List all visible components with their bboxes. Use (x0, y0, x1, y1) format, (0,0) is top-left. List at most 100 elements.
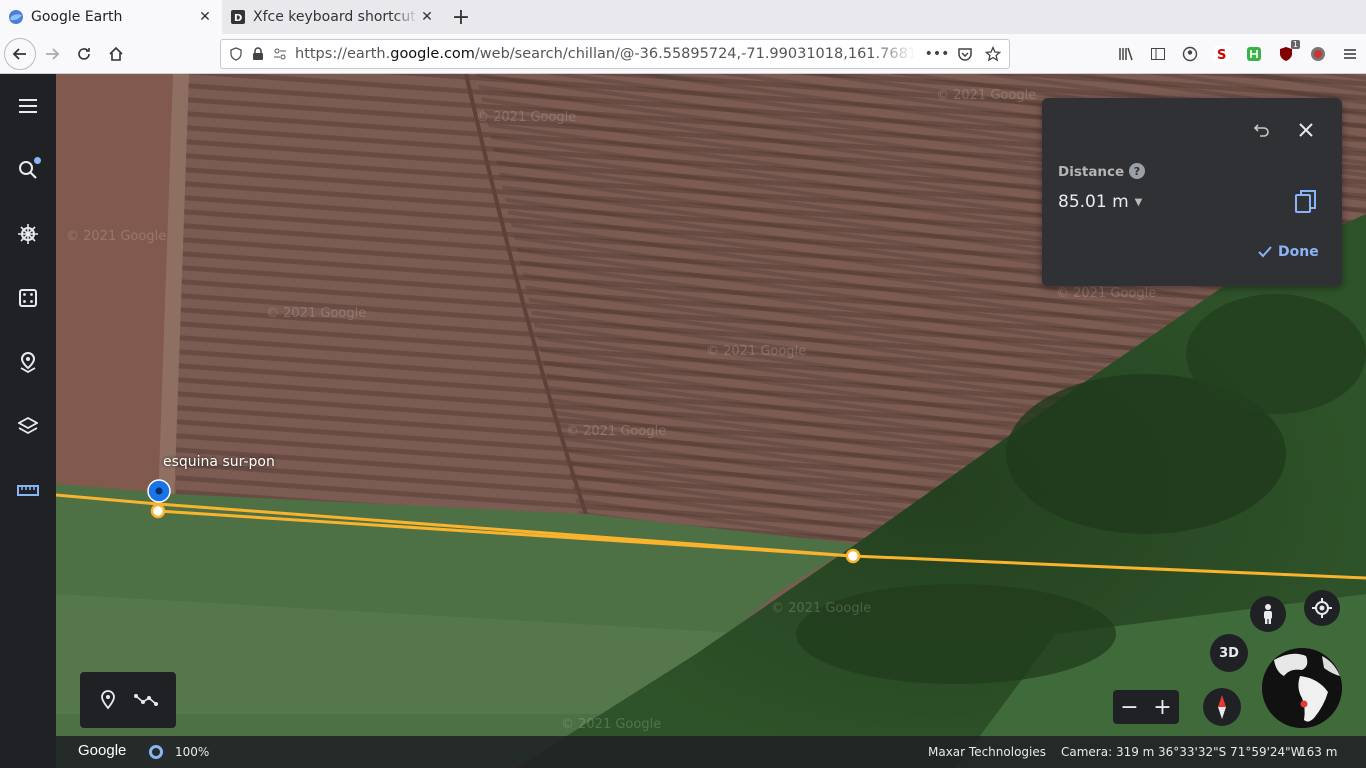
placemark-pin-icon[interactable] (146, 478, 172, 504)
left-navigation-rail (0, 74, 56, 768)
pegman-icon (1264, 604, 1272, 624)
forward-button[interactable] (36, 38, 68, 70)
copyright-watermark: © 2021 Google (66, 229, 167, 244)
add-placemark-icon[interactable] (99, 689, 117, 711)
zoom-out-button[interactable]: − (1120, 695, 1138, 720)
copy-icon[interactable] (1294, 189, 1318, 215)
d-favicon-icon: D (230, 9, 246, 25)
tab-xfce-shortcuts[interactable]: D Xfce keyboard shortcuts ✕ (222, 0, 444, 34)
help-icon[interactable]: ? (1129, 163, 1145, 179)
ruler-icon (17, 485, 39, 496)
loading-ring-icon (149, 745, 163, 759)
feeling-lucky-button[interactable] (10, 280, 46, 316)
reload-icon (78, 47, 90, 60)
copyright-watermark: © 2021 Google (566, 424, 667, 439)
load-percentage: 100% (175, 745, 210, 759)
home-button[interactable] (100, 38, 132, 70)
map-style-button[interactable] (10, 408, 46, 444)
drawing-tools (80, 672, 176, 728)
copyright-watermark: © 2021 Google (476, 110, 577, 125)
home-icon (109, 46, 123, 61)
compass-needle-icon (1218, 695, 1226, 719)
library-icon[interactable] (1110, 38, 1142, 70)
copyright-watermark: © 2021 Google (936, 88, 1037, 103)
google-logo: Google (78, 742, 127, 759)
permissions-icon[interactable] (269, 43, 291, 65)
new-tab-button[interactable]: + (444, 0, 478, 34)
toggle-3d-button[interactable]: 3D (1210, 634, 1248, 672)
account-icon[interactable] (1174, 38, 1206, 70)
voyager-button[interactable] (10, 216, 46, 252)
url-text[interactable]: https://earth.google.com/web/search/chil… (295, 46, 915, 62)
projects-button[interactable] (10, 344, 46, 380)
placemark-stack-icon (20, 351, 36, 373)
undo-icon (1253, 124, 1269, 137)
browser-tab-strip: Google Earth ✕ D Xfce keyboard shortcuts… (0, 0, 1366, 34)
tab-title: Xfce keyboard shortcuts (253, 9, 418, 25)
google-earth-app: © 2021 Google © 2021 Google © 2021 Googl… (0, 74, 1366, 768)
lock-icon[interactable] (247, 43, 269, 65)
globe-minimap[interactable] (1262, 648, 1342, 728)
scale-indicator[interactable]: 163 m (1299, 745, 1337, 759)
pocket-icon[interactable] (953, 43, 977, 65)
distance-unit-dropdown[interactable]: 85.01 m ▼ (1058, 192, 1142, 212)
my-location-button[interactable] (1304, 590, 1340, 626)
copyright-watermark: © 2021 Google (561, 717, 662, 732)
zoom-in-button[interactable]: + (1153, 695, 1171, 720)
zoom-controls: − + (1113, 690, 1179, 724)
status-bar: Google 100% Maxar Technologies Camera: 3… (56, 736, 1366, 768)
reload-button[interactable] (68, 38, 100, 70)
done-button[interactable]: Done (1258, 244, 1319, 260)
extension-s-icon[interactable]: S (1206, 38, 1238, 70)
back-button[interactable] (4, 37, 36, 70)
browser-toolbar: https://earth.google.com/web/search/chil… (0, 34, 1366, 74)
close-tab-icon[interactable]: ✕ (196, 8, 214, 26)
measure-button[interactable] (10, 472, 46, 508)
extension-green-icon[interactable] (1238, 38, 1270, 70)
camera-altitude: Camera: 319 m (1061, 745, 1155, 759)
ublock-icon[interactable]: 1 (1270, 38, 1302, 70)
measure-point-handle[interactable] (845, 548, 861, 564)
menu-hamburger-icon[interactable] (1334, 38, 1366, 70)
extension-globe-icon[interactable] (1302, 38, 1334, 70)
dice-icon (19, 289, 37, 307)
tab-title: Google Earth (31, 9, 123, 25)
compass-button[interactable] (1203, 688, 1241, 726)
extension-badge: 1 (1290, 40, 1300, 49)
draw-path-icon[interactable] (133, 692, 158, 708)
imagery-provider[interactable]: Maxar Technologies (928, 745, 1046, 759)
cursor-coordinates: 36°33'32"S 71°59'24"W (1158, 745, 1303, 759)
distance-value: 85.01 m (1058, 192, 1129, 212)
measure-point-handle[interactable] (150, 503, 166, 519)
google-earth-favicon-icon (8, 9, 24, 25)
search-button[interactable] (10, 152, 46, 188)
sidebar-icon[interactable] (1142, 38, 1174, 70)
checkmark-icon (1258, 246, 1272, 258)
street-view-pegman-button[interactable] (1250, 596, 1286, 632)
svg-text:S: S (1217, 48, 1226, 62)
tab-google-earth[interactable]: Google Earth ✕ (0, 0, 222, 34)
placemark-label[interactable]: esquina sur-pon (163, 454, 275, 470)
close-icon (1299, 123, 1313, 137)
copyright-watermark: © 2021 Google (266, 306, 367, 321)
page-actions-icon[interactable]: ••• (925, 43, 950, 65)
shield-icon[interactable] (225, 43, 247, 65)
chevron-down-icon: ▼ (1134, 196, 1143, 208)
address-bar[interactable]: https://earth.google.com/web/search/chil… (220, 39, 1010, 69)
ship-wheel-icon (18, 224, 38, 244)
my-location-icon (1312, 598, 1332, 618)
copyright-watermark: © 2021 Google (706, 344, 807, 359)
distance-label: Distance (1058, 164, 1125, 180)
main-menu-button[interactable] (10, 88, 46, 124)
arrow-right-icon (46, 47, 60, 60)
copyright-watermark: © 2021 Google (1056, 286, 1157, 301)
copyright-watermark: © 2021 Google (771, 601, 872, 616)
notification-dot (34, 157, 41, 164)
undo-button[interactable] (1250, 118, 1274, 142)
hamburger-icon (19, 99, 37, 113)
bookmark-star-icon[interactable] (981, 43, 1005, 65)
close-measure-button[interactable] (1294, 118, 1318, 142)
measure-panel: Distance ? 85.01 m ▼ Done (1042, 98, 1342, 286)
close-tab-icon[interactable]: ✕ (418, 8, 436, 26)
layers-icon (18, 416, 38, 435)
